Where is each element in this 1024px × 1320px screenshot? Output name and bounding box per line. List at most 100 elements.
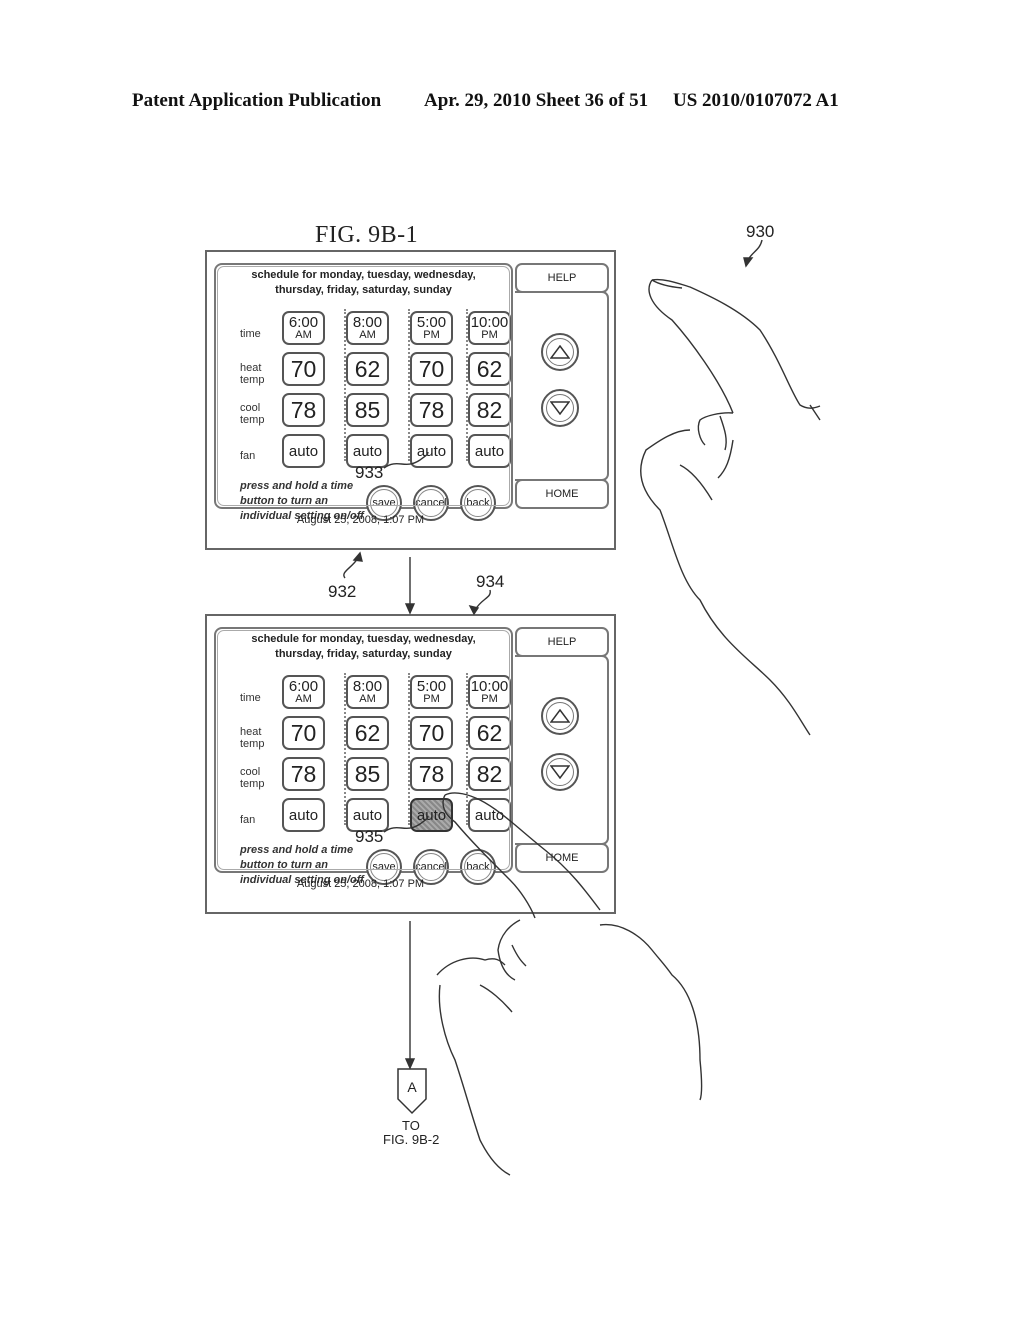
- note-line: press and hold a time: [240, 844, 354, 856]
- connector-letter: A: [407, 1079, 417, 1095]
- row-label-cool: cool: [240, 766, 261, 778]
- row-label-temp: temp: [240, 414, 265, 426]
- fan-value: auto: [288, 806, 319, 824]
- time-button[interactable]: 5:00 PM: [410, 675, 453, 709]
- heat-value: 70: [418, 356, 445, 382]
- time-value: 8:00: [352, 314, 383, 331]
- fan-button[interactable]: auto: [282, 434, 325, 468]
- cool-temp-button[interactable]: 78: [410, 393, 453, 427]
- note-line: button to turn an: [240, 495, 328, 507]
- heat-temp-button[interactable]: 62: [346, 352, 389, 386]
- cool-temp-button[interactable]: 78: [410, 757, 453, 791]
- heat-temp-button[interactable]: 70: [282, 716, 325, 750]
- heat-temp-button[interactable]: 62: [468, 716, 511, 750]
- home-button[interactable]: HOME: [515, 843, 609, 873]
- side-panel: HELP HOME: [515, 627, 609, 873]
- cool-value: 78: [418, 397, 445, 423]
- cool-value: 85: [354, 397, 381, 423]
- help-button[interactable]: HELP: [515, 263, 609, 293]
- heat-temp-button[interactable]: 62: [468, 352, 511, 386]
- leader-934: [474, 589, 491, 611]
- fan-value: auto: [288, 442, 319, 460]
- figure-title: FIG. 9B-1: [315, 222, 419, 248]
- time-value: 6:00: [288, 314, 319, 331]
- row-label-temp: temp: [240, 778, 265, 790]
- heat-temp-button[interactable]: 70: [410, 716, 453, 750]
- time-button[interactable]: 5:00 PM: [410, 311, 453, 345]
- temp-down-button[interactable]: [541, 753, 579, 791]
- cool-temp-button[interactable]: 78: [282, 757, 325, 791]
- cool-value: 78: [290, 761, 317, 787]
- side-panel: HELP HOME: [515, 263, 609, 509]
- heat-value: 70: [418, 720, 445, 746]
- ampm-value: PM: [423, 329, 440, 341]
- heat-temp-button[interactable]: 70: [410, 352, 453, 386]
- time-value: 10:00: [470, 678, 509, 695]
- cool-temp-button[interactable]: 82: [468, 757, 511, 791]
- schedule-title: schedule for monday, tuesday, wednesday,…: [216, 268, 511, 298]
- cool-temp-button[interactable]: 85: [346, 757, 389, 791]
- fan-button[interactable]: auto: [410, 434, 453, 468]
- ref-930: 930: [746, 222, 775, 241]
- publication-label: Patent Application Publication: [132, 90, 382, 111]
- time-button[interactable]: 8:00 AM: [346, 311, 389, 345]
- ref-932: 932: [328, 582, 357, 601]
- heat-value: 62: [476, 356, 503, 382]
- time-value: 8:00: [352, 678, 383, 695]
- note-line: button to turn an: [240, 859, 328, 871]
- fan-value: auto: [474, 806, 505, 824]
- time-value: 6:00: [288, 678, 319, 695]
- ref-934: 934: [476, 572, 505, 591]
- side-controls: [515, 291, 609, 481]
- time-button[interactable]: 10:00 PM: [468, 311, 511, 345]
- ref-935: 935: [355, 827, 384, 846]
- fan-button[interactable]: auto: [468, 798, 511, 832]
- cool-value: 82: [476, 761, 503, 787]
- temp-up-button[interactable]: [541, 333, 579, 371]
- ampm-value: PM: [481, 693, 498, 705]
- schedule-title: schedule for monday, tuesday, wednesday,…: [216, 632, 511, 662]
- time-button[interactable]: 6:00 AM: [282, 311, 325, 345]
- home-button[interactable]: HOME: [515, 479, 609, 509]
- ampm-value: PM: [423, 693, 440, 705]
- cool-value: 78: [418, 761, 445, 787]
- fan-button[interactable]: auto: [468, 434, 511, 468]
- heat-value: 62: [354, 720, 381, 746]
- cool-temp-button[interactable]: 85: [346, 393, 389, 427]
- row-label-heat: heat: [240, 362, 262, 374]
- temp-down-button[interactable]: [541, 389, 579, 427]
- ampm-value: AM: [295, 329, 312, 341]
- thermostat-screen: schedule for monday, tuesday, wednesday,…: [205, 614, 616, 914]
- fan-value: auto: [352, 442, 383, 460]
- fan-value: auto: [474, 442, 505, 460]
- row-label-temp: temp: [240, 374, 265, 386]
- cool-value: 78: [290, 397, 317, 423]
- row-label-cool-temp: cool temp: [240, 402, 264, 426]
- triangle-up-icon: [550, 345, 570, 359]
- fan-button[interactable]: auto: [282, 798, 325, 832]
- heat-value: 70: [290, 720, 317, 746]
- cool-temp-button[interactable]: 82: [468, 393, 511, 427]
- leader-930: [747, 239, 763, 261]
- time-button[interactable]: 10:00 PM: [468, 675, 511, 709]
- time-button[interactable]: 6:00 AM: [282, 675, 325, 709]
- time-button[interactable]: 8:00 AM: [346, 675, 389, 709]
- triangle-down-icon: [550, 765, 570, 779]
- row-label-cool-temp: cool temp: [240, 766, 264, 790]
- schedule-title-line1: schedule for monday, tuesday, wednesday,: [251, 269, 476, 281]
- date-sheet-label: Apr. 29, 2010 Sheet 36 of 51: [424, 90, 649, 111]
- heat-temp-button[interactable]: 70: [282, 352, 325, 386]
- ampm-value: AM: [359, 329, 376, 341]
- help-button[interactable]: HELP: [515, 627, 609, 657]
- row-label-cool: cool: [240, 402, 261, 414]
- ampm-value: AM: [359, 693, 376, 705]
- time-value: 5:00: [416, 314, 447, 331]
- temp-up-button[interactable]: [541, 697, 579, 735]
- triangle-up-icon: [550, 709, 570, 723]
- row-label-heat-temp: heat temp: [240, 726, 264, 750]
- fan-button[interactable]: auto: [410, 798, 453, 832]
- cool-temp-button[interactable]: 78: [282, 393, 325, 427]
- offpage-connector: A: [396, 1067, 428, 1115]
- thermostat-screen: schedule for monday, tuesday, wednesday,…: [205, 250, 616, 550]
- heat-temp-button[interactable]: 62: [346, 716, 389, 750]
